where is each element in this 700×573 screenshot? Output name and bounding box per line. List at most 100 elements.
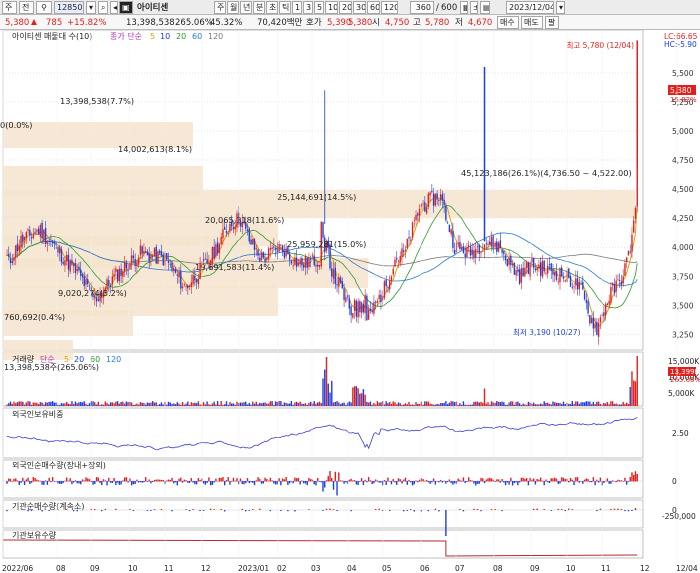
volume-bar xyxy=(169,402,171,406)
search-icon[interactable]: ⚲ xyxy=(36,1,52,14)
period-tab-1[interactable]: 월 xyxy=(227,1,239,14)
foreign-net-bar xyxy=(404,477,407,482)
candle-body xyxy=(610,287,612,303)
interval-tab-1[interactable]: 1 xyxy=(292,1,302,14)
period-tab-3[interactable]: 분 xyxy=(253,1,265,14)
period-tab-2[interactable]: 년 xyxy=(240,1,252,14)
sell-button[interactable]: 매도 xyxy=(521,16,543,29)
volume-bar xyxy=(511,401,514,406)
buy-button[interactable]: 매수 xyxy=(497,16,519,29)
candle-body xyxy=(34,232,36,234)
date-picker-icon[interactable]: ▤ xyxy=(480,1,490,14)
foreign-net-bar xyxy=(338,472,340,482)
inst-net-bar xyxy=(241,508,243,510)
candle-body xyxy=(173,268,175,271)
volume-bar xyxy=(331,380,333,406)
left-arrow-icon[interactable]: ◂ xyxy=(110,1,118,14)
foreign-net-bar xyxy=(111,481,114,483)
inst-net-bar xyxy=(350,510,352,512)
candle-body xyxy=(76,268,78,271)
volume-bar xyxy=(317,402,319,406)
volume-bar xyxy=(429,403,431,406)
mode-select[interactable]: 전 xyxy=(19,1,34,14)
volume-bar xyxy=(633,380,635,406)
volume-bar xyxy=(390,403,393,406)
magnifier-icon[interactable]: ⌕ xyxy=(98,1,108,14)
stock-chart[interactable]: 5,5005,2505,0004,7504,5004,2504,0003,750… xyxy=(0,30,700,573)
volume-bar xyxy=(65,401,68,406)
volume-bar xyxy=(257,404,259,406)
foreign-net-bar xyxy=(383,480,386,482)
interval-tab-20[interactable]: 20 xyxy=(339,1,352,14)
foreign-net-bar xyxy=(229,481,231,485)
period-tab-5[interactable]: 틱 xyxy=(279,1,291,14)
candle-body xyxy=(522,267,524,277)
foreign-net-bar xyxy=(115,481,117,486)
volume-bar xyxy=(501,401,503,406)
volume-bar xyxy=(137,404,140,406)
foreign-net-bar xyxy=(99,481,101,483)
foreign-net-bar xyxy=(448,479,451,482)
foreign-net-bar xyxy=(425,479,428,482)
volume-bar xyxy=(596,401,598,406)
foreign-net-bar xyxy=(506,481,509,483)
chevron-down-icon[interactable]: ▾ xyxy=(86,1,96,14)
candle-body xyxy=(317,264,319,267)
interval-tab-60[interactable]: 60 xyxy=(367,1,380,14)
foreign-net-bar xyxy=(626,481,628,485)
date-input[interactable]: 2023/12/04 xyxy=(506,1,554,14)
period-tab-4[interactable]: 초 xyxy=(266,1,278,14)
volume-bar xyxy=(350,402,352,406)
interval-tab-3[interactable]: 3 xyxy=(303,1,313,14)
volume-bar xyxy=(473,401,475,406)
screen-select[interactable]: 주 xyxy=(2,1,17,14)
interval-tab-120[interactable]: 120 xyxy=(381,1,398,14)
count-input[interactable]: 360 xyxy=(410,1,434,14)
quote-high: 5,780 xyxy=(425,18,450,28)
extra-menu-button[interactable]: 팔 xyxy=(545,16,559,29)
inst-net-bar xyxy=(543,509,545,510)
volume-bar xyxy=(85,403,87,406)
foreign-net-bar xyxy=(253,481,256,486)
volume-bar xyxy=(427,401,430,406)
chart-type-icon[interactable]: ▣ xyxy=(119,1,133,14)
candle-body xyxy=(223,227,226,230)
candle-body xyxy=(568,268,570,278)
inst-net-bar xyxy=(332,509,335,510)
volume-bar xyxy=(520,404,523,406)
period-tab-0[interactable]: 주 xyxy=(214,1,226,14)
volume-bar xyxy=(81,402,84,406)
foreign-net-bar xyxy=(39,480,42,482)
interval-tab-30[interactable]: 30 xyxy=(353,1,366,14)
candle-body xyxy=(44,228,47,244)
candle-body xyxy=(536,266,538,271)
volume-bar xyxy=(554,402,556,406)
volume-bar xyxy=(288,403,291,406)
candle-body xyxy=(515,270,517,276)
ask-label: 호가 xyxy=(306,18,322,28)
volume-bar xyxy=(283,402,286,406)
inst-net-bar xyxy=(620,509,623,510)
volume-bar xyxy=(531,403,533,406)
calendar-open-icon[interactable]: ▾ xyxy=(556,1,565,14)
volume-bar xyxy=(99,404,101,406)
volume-bar xyxy=(578,403,581,406)
volume-bar xyxy=(71,401,73,406)
inst-holding-legend: 기관보유수량 xyxy=(12,530,57,540)
stock-code-input[interactable]: 128500 xyxy=(54,1,84,14)
calendar-icon[interactable]: ▦ xyxy=(460,1,468,14)
candle-body xyxy=(362,304,365,313)
foreign-net-bar xyxy=(554,477,556,482)
volume-bar xyxy=(60,403,63,406)
interval-tab-10[interactable]: 10 xyxy=(325,1,338,14)
foreign-net-bar xyxy=(8,478,10,482)
zoom-icon[interactable]: ± xyxy=(470,1,478,14)
candle-body xyxy=(575,278,577,286)
interval-tab-5[interactable]: 5 xyxy=(314,1,324,14)
candle-body xyxy=(617,279,619,281)
volume-bar xyxy=(585,401,588,406)
candle-body xyxy=(116,269,119,282)
candle-body xyxy=(578,281,581,290)
candle-body xyxy=(58,247,61,254)
inst-net-bar xyxy=(568,508,570,510)
